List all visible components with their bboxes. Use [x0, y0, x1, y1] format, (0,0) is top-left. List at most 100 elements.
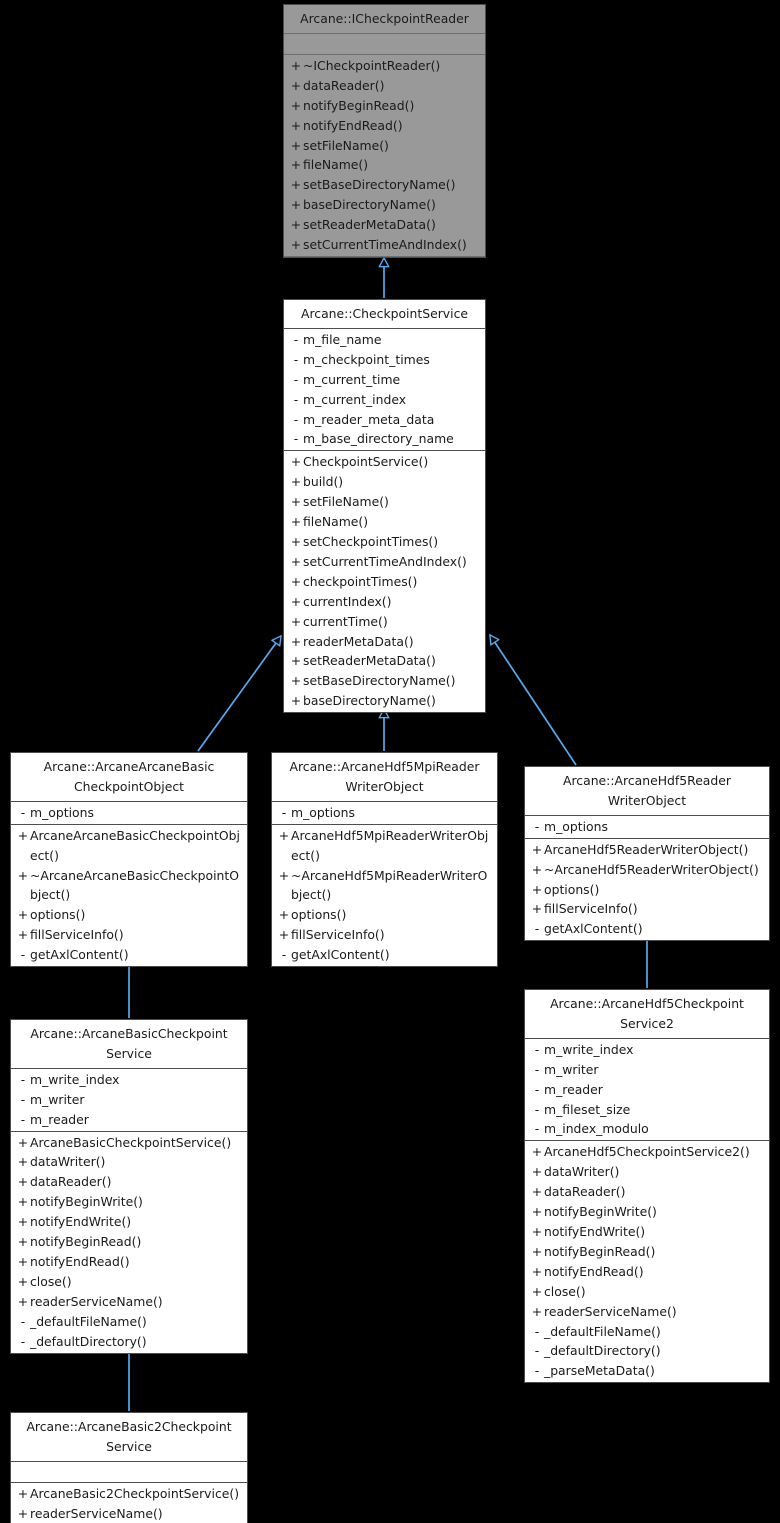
class-attribute-row[interactable]: - m_fileset_size — [525, 1100, 769, 1120]
class-method-row[interactable]: + setReaderMetaData() — [284, 651, 485, 671]
class-method-row[interactable]: + close() — [525, 1282, 769, 1302]
class-method-row[interactable]: + dataReader() — [11, 1172, 247, 1192]
class-attribute-row[interactable]: - m_current_time — [284, 370, 485, 390]
class-attribute-row[interactable]: - m_index_modulo — [525, 1119, 769, 1139]
class-method-row[interactable]: + setFileName() — [284, 136, 485, 156]
class-method-row[interactable]: + dataWriter() — [525, 1162, 769, 1182]
class-attribute-row[interactable]: - m_reader — [11, 1110, 247, 1130]
visibility-marker: + — [290, 573, 302, 589]
class-method-row[interactable]: + readerServiceName() — [11, 1504, 247, 1523]
class-method-row[interactable]: + dataReader() — [525, 1182, 769, 1202]
class-box-arcanebasic2checkpointservice[interactable]: Arcane::ArcaneBasic2Checkpoint Service + A… — [10, 1412, 248, 1523]
class-attribute-row[interactable]: - m_options — [11, 803, 247, 823]
class-box-arcanehdf5checkpointservice2[interactable]: Arcane::ArcaneHdf5Checkpoint Service2- m_… — [524, 989, 770, 1384]
class-method-row[interactable]: + checkpointTimes() — [284, 572, 485, 592]
class-method-row[interactable]: + readerServiceName() — [11, 1292, 247, 1312]
class-method-row[interactable]: + options() — [525, 880, 769, 900]
class-box-checkpointservice[interactable]: Arcane::CheckpointService - m_file_name - m_… — [283, 299, 486, 714]
class-attribute-row[interactable]: - m_options — [525, 817, 769, 837]
class-attribute-row[interactable]: - m_reader_meta_data — [284, 410, 485, 430]
class-attribute-row[interactable]: - m_current_index — [284, 390, 485, 410]
class-attribute-row[interactable]: - m_checkpoint_times — [284, 350, 485, 370]
class-method-row[interactable]: - _defaultDirectory() — [525, 1341, 769, 1361]
class-method-row[interactable]: - _defaultFileName() — [525, 1322, 769, 1342]
class-method-row[interactable]: + ArcaneBasicCheckpointService() — [11, 1133, 247, 1153]
class-method-row[interactable]: + baseDirectoryName() — [284, 691, 485, 711]
class-method-row[interactable]: - getAxlContent() — [272, 945, 497, 965]
class-method-row[interactable]: + notifyEndWrite() — [525, 1222, 769, 1242]
class-method-row[interactable]: + fileName() — [284, 155, 485, 175]
class-method-row[interactable]: + build() — [284, 472, 485, 492]
class-method-row[interactable]: + dataReader() — [284, 76, 485, 96]
class-attribute-row[interactable]: - m_base_directory_name — [284, 429, 485, 449]
class-method-row[interactable]: + ~ICheckpointReader() — [284, 56, 485, 76]
class-title: Arcane::ArcaneBasicCheckpoint Service — [11, 1020, 247, 1069]
class-method-row[interactable]: + notifyBeginWrite() — [525, 1202, 769, 1222]
class-method-row[interactable]: + baseDirectoryName() — [284, 195, 485, 215]
class-method-row[interactable]: + ~ArcaneArcaneBasicCheckpointObject() — [11, 866, 247, 906]
class-method-row[interactable]: + setReaderMetaData() — [284, 215, 485, 235]
class-method-row[interactable]: + readerMetaData() — [284, 632, 485, 652]
class-method-row[interactable]: - _defaultDirectory() — [11, 1332, 247, 1352]
class-method-row[interactable]: + notifyEndWrite() — [11, 1212, 247, 1232]
class-method-row[interactable]: + notifyBeginWrite() — [11, 1192, 247, 1212]
class-method-row[interactable]: + setCheckpointTimes() — [284, 532, 485, 552]
class-attribute-row[interactable]: - m_reader — [525, 1080, 769, 1100]
class-box-arcanehdf5mpireaderwriterobject[interactable]: Arcane::ArcaneHdf5MpiReader WriterObject… — [271, 752, 498, 968]
visibility-marker: - — [20, 1313, 26, 1329]
class-method-row[interactable]: + notifyEndRead() — [525, 1262, 769, 1282]
class-method-row[interactable]: + ~ArcaneHdf5MpiReaderWriterObject() — [272, 866, 497, 906]
class-method-row[interactable]: + options() — [11, 905, 247, 925]
class-method-row[interactable]: + currentIndex() — [284, 592, 485, 612]
class-method-row[interactable]: + setCurrentTimeAndIndex() — [284, 235, 485, 255]
class-attribute-row[interactable]: - m_writer — [525, 1060, 769, 1080]
class-method-row[interactable]: + fillServiceInfo() — [272, 925, 497, 945]
class-method-row[interactable]: + ArcaneHdf5MpiReaderWriterObject() — [272, 826, 497, 866]
visibility-marker: + — [17, 867, 29, 883]
visibility-marker: + — [17, 1485, 29, 1501]
class-method-row[interactable]: + readerServiceName() — [525, 1302, 769, 1322]
class-box-icheckpointreader[interactable]: Arcane::ICheckpointReader + ~ICheckpointRe… — [283, 4, 486, 258]
class-method-row[interactable]: + setCurrentTimeAndIndex() — [284, 552, 485, 572]
class-method-row[interactable]: + options() — [272, 905, 497, 925]
class-method-row[interactable]: + ArcaneHdf5CheckpointService2() — [525, 1142, 769, 1162]
class-method-row[interactable]: + fillServiceInfo() — [11, 925, 247, 945]
class-attribute-row[interactable]: - m_write_index — [525, 1040, 769, 1060]
method-name: setCurrentTimeAndIndex() — [303, 553, 467, 569]
class-method-row[interactable]: + notifyBeginRead() — [525, 1242, 769, 1262]
attribute-name: m_writer — [30, 1091, 85, 1107]
class-method-row[interactable]: + fillServiceInfo() — [525, 899, 769, 919]
class-attribute-row[interactable]: - m_write_index — [11, 1070, 247, 1090]
class-method-row[interactable]: + notifyEndRead() — [11, 1252, 247, 1272]
visibility-marker: - — [20, 1091, 26, 1107]
class-method-row[interactable]: + fileName() — [284, 512, 485, 532]
class-method-row[interactable]: + setBaseDirectoryName() — [284, 175, 485, 195]
class-method-row[interactable]: + close() — [11, 1272, 247, 1292]
visibility-marker: + — [531, 841, 543, 857]
class-method-row[interactable]: + CheckpointService() — [284, 452, 485, 472]
visibility-marker: - — [534, 1343, 540, 1359]
class-method-row[interactable]: + notifyEndRead() — [284, 116, 485, 136]
class-method-row[interactable]: + notifyBeginRead() — [284, 96, 485, 116]
class-method-row[interactable]: - _defaultFileName() — [11, 1312, 247, 1332]
class-method-row[interactable]: + setFileName() — [284, 492, 485, 512]
class-method-row[interactable]: + setBaseDirectoryName() — [284, 671, 485, 691]
class-box-arcanehdf5readerwriterobject[interactable]: Arcane::ArcaneHdf5Reader WriterObject - m_… — [524, 766, 770, 942]
class-method-row[interactable]: + ~ArcaneHdf5ReaderWriterObject() — [525, 860, 769, 880]
class-attributes-section — [284, 34, 485, 55]
class-attribute-row[interactable]: - m_file_name — [284, 330, 485, 350]
class-method-row[interactable]: - _parseMetaData() — [525, 1361, 769, 1381]
class-method-row[interactable]: + ArcaneHdf5ReaderWriterObject() — [525, 840, 769, 860]
class-method-row[interactable]: + notifyBeginRead() — [11, 1232, 247, 1252]
class-box-arcanebasiccheckpointservice[interactable]: Arcane::ArcaneBasicCheckpoint Service - m_… — [10, 1019, 248, 1354]
class-method-row[interactable]: + currentTime() — [284, 612, 485, 632]
visibility-marker: + — [17, 827, 29, 843]
class-box-arcanearcanebasiccheckpointobject[interactable]: Arcane::ArcaneArcaneBasic CheckpointObje… — [10, 752, 248, 968]
class-attribute-row[interactable]: - m_writer — [11, 1090, 247, 1110]
class-method-row[interactable]: + ArcaneBasic2CheckpointService() — [11, 1484, 247, 1504]
class-method-row[interactable]: + ArcaneArcaneBasicCheckpointObject() — [11, 826, 247, 866]
class-attribute-row[interactable]: - m_options — [272, 803, 497, 823]
class-method-row[interactable]: + dataWriter() — [11, 1152, 247, 1172]
class-method-row[interactable]: - getAxlContent() — [11, 945, 247, 965]
class-method-row[interactable]: - getAxlContent() — [525, 919, 769, 939]
